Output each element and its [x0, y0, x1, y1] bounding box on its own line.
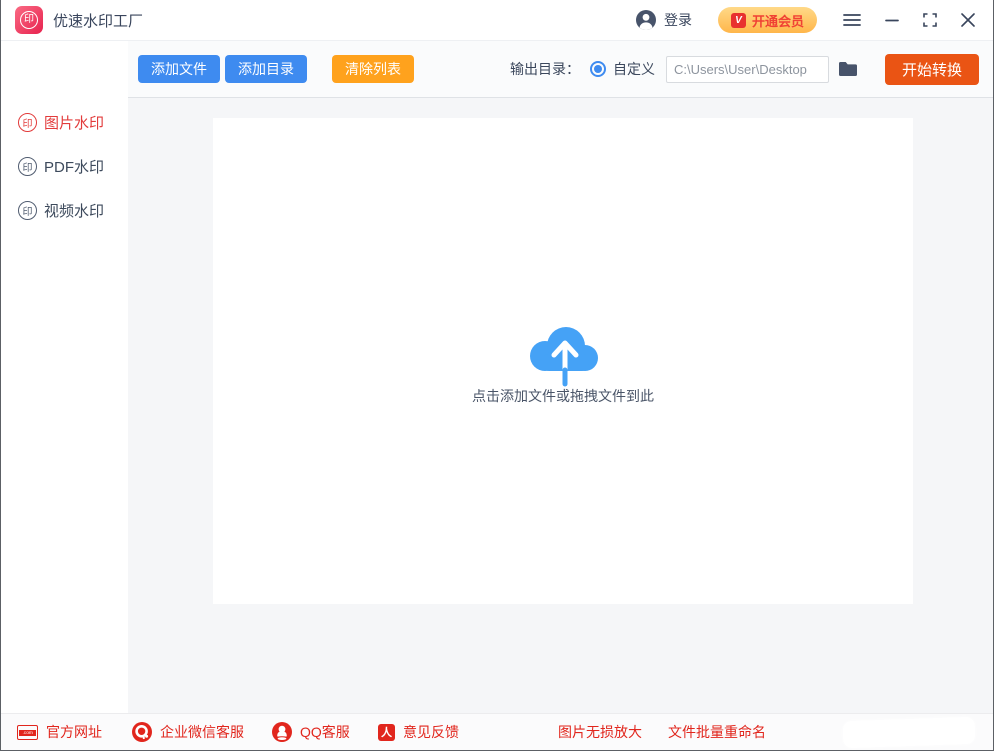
footer-item-wecom-support[interactable]: 企业微信客服: [132, 722, 244, 742]
app-title: 优速水印工厂: [53, 10, 143, 31]
close-icon[interactable]: [961, 13, 975, 27]
vip-label: 开通会员: [752, 11, 804, 30]
stamp-icon: 印: [18, 157, 37, 176]
dropzone-hint: 点击添加文件或拖拽文件到此: [213, 386, 913, 406]
app-window: 印 优速水印工厂 登录 V 开通会: [0, 0, 994, 751]
sidebar-item-label: PDF水印: [44, 156, 104, 177]
file-dropzone[interactable]: 点击添加文件或拖拽文件到此: [213, 118, 913, 604]
add-directory-button[interactable]: 添加目录: [225, 55, 307, 83]
footer-label: 官方网址: [46, 722, 102, 742]
footer-label: 企业微信客服: [160, 722, 244, 742]
user-avatar-icon: [635, 9, 657, 31]
sidebar: 印 图片水印 印 PDF水印 印 视频水印: [1, 41, 128, 713]
app-logo-icon: 印: [15, 6, 43, 34]
browse-folder-button[interactable]: [838, 61, 858, 77]
login-label: 登录: [664, 10, 692, 30]
sidebar-item-video-watermark[interactable]: 印 视频水印: [1, 188, 128, 232]
footer-label: 意见反馈: [403, 722, 459, 742]
vip-icon: V: [731, 13, 746, 28]
output-dir-group: 输出目录： 自定义 开始转换: [510, 54, 979, 85]
add-files-button[interactable]: 添加文件: [138, 55, 220, 83]
content-area: 点击添加文件或拖拽文件到此: [128, 98, 993, 713]
website-icon: .com: [17, 725, 38, 740]
custom-radio[interactable]: [590, 61, 606, 77]
start-convert-button[interactable]: 开始转换: [885, 54, 979, 85]
footer-label: 文件批量重命名: [668, 722, 766, 742]
footer-item-official-website[interactable]: .com 官方网址: [17, 722, 102, 742]
maximize-icon[interactable]: [923, 13, 937, 27]
cloud-upload-icon: [519, 320, 607, 393]
sidebar-item-pdf-watermark[interactable]: 印 PDF水印: [1, 144, 128, 188]
titlebar-right: 登录 V 开通会员: [635, 7, 975, 33]
title-bar: 印 优速水印工厂 登录 V 开通会: [1, 0, 993, 41]
menu-icon[interactable]: [843, 13, 861, 27]
footer-label: QQ客服: [300, 722, 350, 742]
footer-bar: .com 官方网址 企业微信客服: [1, 713, 993, 750]
footer-label: 图片无损放大: [558, 722, 642, 742]
sidebar-item-label: 图片水印: [44, 112, 104, 133]
app-logo-glyph: 印: [20, 11, 38, 29]
open-vip-button[interactable]: V 开通会员: [718, 7, 817, 33]
clear-list-button[interactable]: 清除列表: [332, 55, 414, 83]
footer-item-batch-rename[interactable]: 文件批量重命名: [668, 722, 766, 742]
footer-item-image-upscale[interactable]: 图片无损放大: [558, 722, 642, 742]
output-dir-label: 输出目录：: [510, 59, 580, 79]
sidebar-item-label: 视频水印: [44, 200, 104, 221]
stamp-icon: 印: [18, 113, 37, 132]
custom-option-label: 自定义: [613, 59, 655, 79]
footer-item-qq-support[interactable]: QQ客服: [272, 722, 350, 742]
toolbar: 添加文件 添加目录 清除列表 输出目录： 自定义 开始转换: [128, 41, 993, 98]
stamp-icon: 印: [18, 201, 37, 220]
wecom-icon: [132, 722, 152, 742]
redaction-smudge: [843, 717, 976, 749]
sidebar-item-image-watermark[interactable]: 印 图片水印: [1, 100, 128, 144]
feedback-icon: 人: [378, 724, 395, 741]
qq-icon: [272, 722, 292, 742]
login-button[interactable]: 登录: [635, 9, 692, 31]
window-controls: [843, 13, 975, 27]
footer-item-feedback[interactable]: 人 意见反馈: [378, 722, 459, 742]
folder-icon: [838, 61, 858, 77]
minimize-icon[interactable]: [885, 13, 899, 27]
output-path-input[interactable]: [666, 56, 829, 83]
